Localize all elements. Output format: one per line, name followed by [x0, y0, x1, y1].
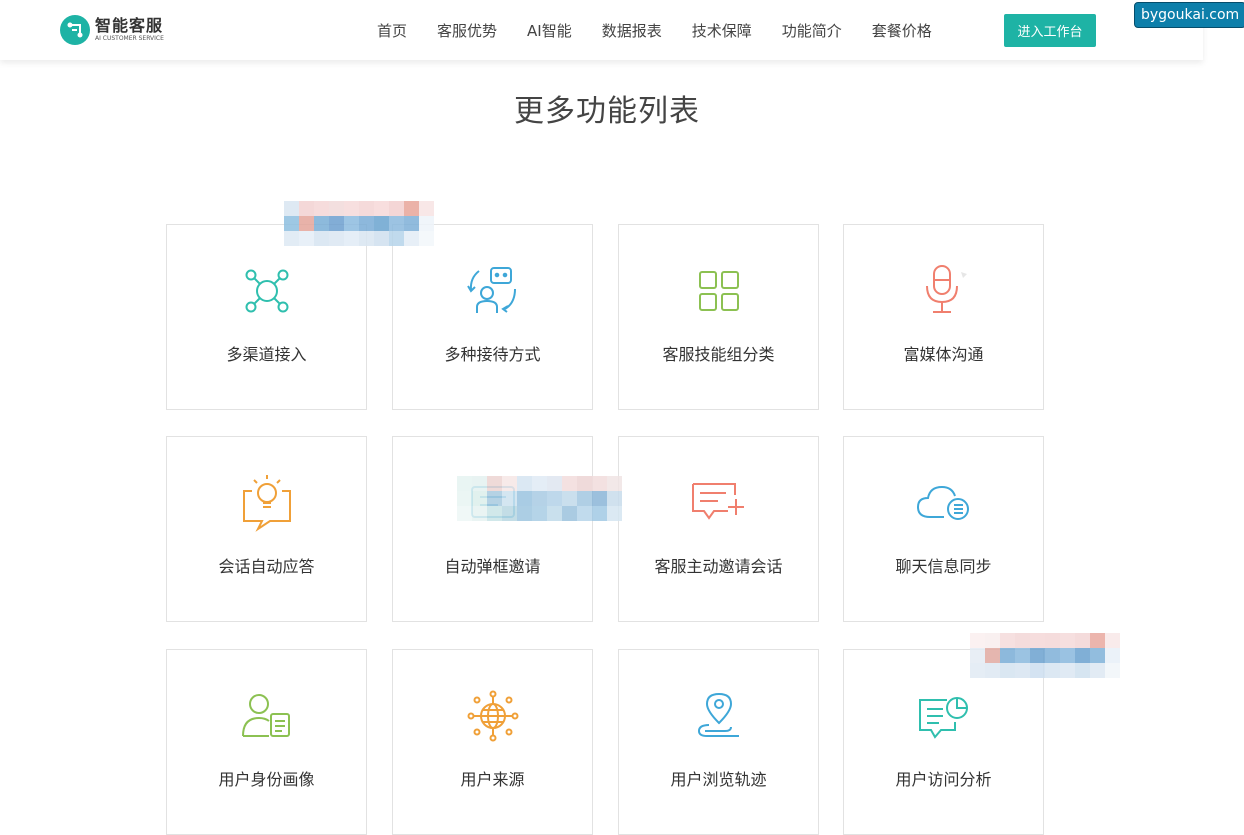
feature-label: 多种接待方式: [444, 345, 541, 364]
feature-label: 会话自动应答: [218, 557, 315, 576]
feature-label: 用户来源: [460, 770, 525, 789]
microphone-icon: [844, 265, 1043, 317]
feature-card[interactable]: 用户来源: [392, 649, 593, 835]
logo-title: 智能客服: [95, 16, 164, 35]
cloud-sync-icon: [844, 477, 1043, 529]
blurred-overlay: [970, 633, 1120, 678]
feature-label: 用户身份画像: [218, 770, 315, 789]
chat-analytics-icon: [844, 690, 1043, 742]
feature-label: 客服主动邀请会话: [654, 557, 783, 576]
chat-add-icon: [619, 477, 818, 529]
logo-icon: [60, 15, 90, 45]
blurred-overlay: [457, 476, 622, 521]
blurred-overlay: [284, 201, 434, 246]
nav-reports[interactable]: 数据报表: [602, 20, 662, 41]
nav-advantages[interactable]: 客服优势: [437, 20, 497, 41]
watermark-badge: bygoukai.com: [1134, 2, 1244, 28]
feature-card[interactable]: 客服技能组分类: [618, 224, 819, 410]
feature-label: 富媒体沟通: [903, 345, 984, 364]
reception-cycle-icon: [393, 265, 592, 317]
nav-features[interactable]: 功能简介: [782, 20, 842, 41]
feature-card[interactable]: 聊天信息同步: [843, 436, 1044, 622]
feature-label: 聊天信息同步: [895, 557, 992, 576]
globe-source-icon: [393, 690, 592, 742]
nav-tech[interactable]: 技术保障: [692, 20, 752, 41]
feature-card[interactable]: 多种接待方式: [392, 224, 593, 410]
nav-home[interactable]: 首页: [377, 20, 407, 41]
section-title: 更多功能列表: [514, 94, 700, 129]
feature-card[interactable]: 多渠道接入: [166, 224, 367, 410]
network-nodes-icon: [167, 265, 366, 317]
feature-card[interactable]: 自动弹框邀请: [392, 436, 593, 622]
feature-label: 客服技能组分类: [662, 345, 775, 364]
grid-apps-icon: [619, 265, 818, 317]
enter-workspace-button[interactable]: 进入工作台: [1004, 14, 1096, 47]
feature-label: 用户访问分析: [895, 770, 992, 789]
feature-card[interactable]: 客服主动邀请会话: [618, 436, 819, 622]
lightbulb-chat-icon: [167, 475, 366, 532]
logo-subtitle: AI CUSTOMER SERVICE: [95, 35, 164, 42]
location-path-icon: [619, 690, 818, 742]
feature-label: 用户浏览轨迹: [670, 770, 767, 789]
nav-pricing[interactable]: 套餐价格: [872, 20, 932, 41]
feature-card[interactable]: 用户身份画像: [166, 649, 367, 835]
user-profile-icon: [167, 690, 366, 742]
feature-card[interactable]: 富媒体沟通: [843, 224, 1044, 410]
nav-ai[interactable]: AI智能: [527, 20, 572, 41]
top-navbar: 智能客服 AI CUSTOMER SERVICE 首页 客服优势 AI智能 数据…: [0, 0, 1203, 60]
feature-card[interactable]: 会话自动应答: [166, 436, 367, 622]
main-nav: 首页 客服优势 AI智能 数据报表 技术保障 功能简介 套餐价格: [362, 0, 947, 60]
feature-label: 自动弹框邀请: [444, 557, 541, 576]
feature-card[interactable]: 用户浏览轨迹: [618, 649, 819, 835]
logo[interactable]: 智能客服 AI CUSTOMER SERVICE: [60, 14, 164, 46]
feature-label: 多渠道接入: [226, 345, 307, 364]
